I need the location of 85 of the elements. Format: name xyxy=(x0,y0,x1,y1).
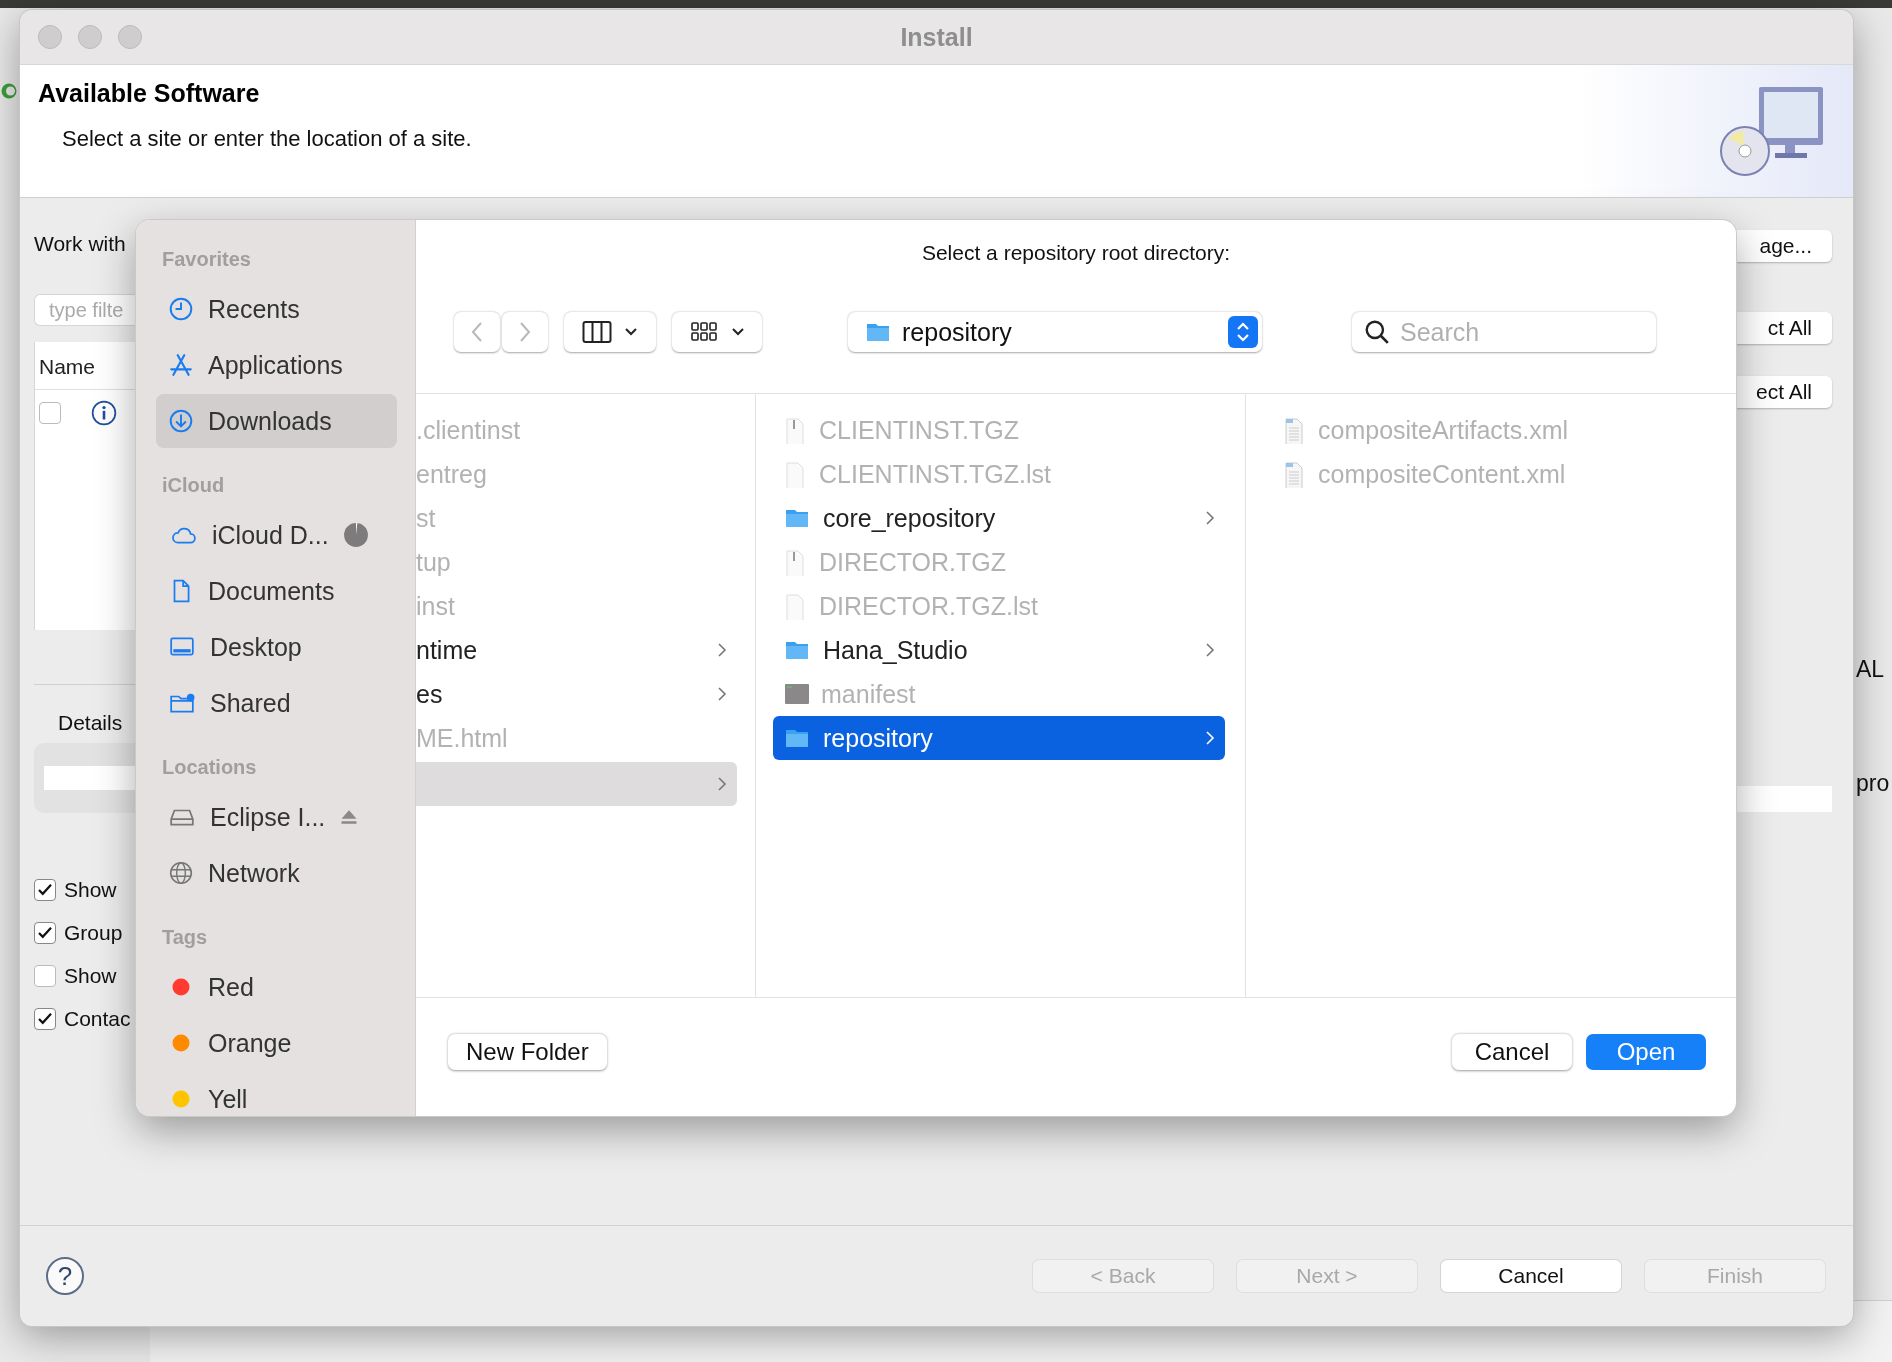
filter-field[interactable]: type filte xyxy=(34,294,136,326)
apps-icon xyxy=(168,352,194,378)
checkbox[interactable] xyxy=(34,1008,56,1030)
window-control[interactable] xyxy=(118,25,142,49)
sidebar-item[interactable]: Red xyxy=(156,960,397,1014)
checkbox[interactable] xyxy=(39,402,61,424)
back-button[interactable] xyxy=(454,312,500,352)
window-title: Install xyxy=(900,22,973,51)
text-field[interactable] xyxy=(1736,786,1832,812)
checkbox-label: Show xyxy=(64,964,117,988)
caret-icon xyxy=(624,327,638,337)
file-row[interactable]: es xyxy=(416,672,737,716)
chevron-icon xyxy=(1205,642,1215,658)
xml-file-icon xyxy=(1282,416,1306,444)
forward-button[interactable] xyxy=(502,312,548,352)
progress-pie-icon xyxy=(342,522,369,548)
sidebar-item[interactable]: Orange xyxy=(156,1016,397,1070)
action-button[interactable]: ect All xyxy=(1736,376,1832,408)
file-icon xyxy=(783,460,807,488)
sidebar-item[interactable]: Applications xyxy=(156,338,397,392)
file-icon xyxy=(783,592,807,620)
sidebar-heading: Locations xyxy=(162,756,257,778)
page-title: Available Software xyxy=(38,79,260,108)
file-row[interactable]: repository xyxy=(773,716,1225,760)
chevron-icon xyxy=(717,776,727,792)
columns-icon xyxy=(582,320,612,344)
cancel-button[interactable]: Cancel xyxy=(1452,1034,1572,1070)
section-label: Details xyxy=(58,711,123,735)
sidebar-item[interactable]: Desktop xyxy=(156,620,397,674)
file-row[interactable] xyxy=(416,762,737,806)
new-folder-button[interactable]: New Folder xyxy=(448,1034,607,1070)
page-subtitle: Select a site or enter the location of a site. xyxy=(62,126,472,152)
group-button[interactable] xyxy=(672,312,762,352)
xml-file-icon xyxy=(1282,460,1306,488)
file-row[interactable]: Hana_Studio xyxy=(773,628,1225,672)
sidebar-item[interactable]: Shared xyxy=(156,676,397,730)
download-icon xyxy=(168,408,194,434)
checkbox-label: Contac xyxy=(64,1007,131,1031)
checkbox[interactable] xyxy=(34,965,56,987)
sidebar-heading: Tags xyxy=(162,926,208,948)
file-row[interactable]: ntime xyxy=(416,628,737,672)
globe-icon xyxy=(168,860,194,886)
field-label: Work with xyxy=(34,232,126,256)
action-button[interactable]: ct All xyxy=(1736,312,1832,344)
stepper-icon xyxy=(1235,320,1251,344)
window-control[interactable] xyxy=(78,25,102,49)
chevron-left-icon xyxy=(470,321,484,343)
grid-icon xyxy=(689,320,719,344)
caret-icon xyxy=(731,327,745,337)
archive-icon xyxy=(783,416,807,444)
sidebar-item[interactable]: Downloads xyxy=(156,394,397,448)
label-text: pro xyxy=(1856,770,1890,797)
sidebar-item[interactable]: Recents xyxy=(156,282,397,336)
checkbox-label: Show xyxy=(64,878,117,902)
file-row[interactable]: core_repository xyxy=(773,496,1225,540)
terminal-icon xyxy=(783,682,809,706)
wizard-button[interactable]: Cancel xyxy=(1441,1260,1621,1292)
archive-icon xyxy=(783,548,807,576)
checkbox[interactable] xyxy=(34,879,56,901)
sidebar-item[interactable]: Documents xyxy=(156,564,397,618)
chevron-icon xyxy=(1205,510,1215,526)
checkbox-label: Group xyxy=(64,921,123,945)
chevron-icon xyxy=(717,642,727,658)
sidebar-item[interactable]: Yell xyxy=(156,1072,397,1116)
sidebar-heading: iCloud xyxy=(162,474,225,496)
chevron-icon xyxy=(1205,730,1215,746)
sidebar-heading: Favorites xyxy=(162,248,251,270)
info-icon xyxy=(91,400,117,426)
dialog-prompt: Select a repository root directory: xyxy=(921,241,1231,264)
action-button[interactable]: age... xyxy=(1736,230,1832,262)
open-button[interactable]: Open xyxy=(1586,1034,1706,1070)
view-mode-button[interactable] xyxy=(564,312,656,352)
path-dropdown[interactable]: repository xyxy=(848,312,1262,352)
window-control[interactable] xyxy=(38,25,62,49)
search-icon xyxy=(1364,319,1390,345)
clock-icon xyxy=(168,296,194,322)
label-text: AL xyxy=(1856,656,1885,683)
chevron-icon xyxy=(717,686,727,702)
sidebar-item[interactable]: iCloud D... xyxy=(156,508,397,562)
help-button[interactable]: ? xyxy=(46,1257,84,1295)
sidebar-item[interactable]: Eclipse I... xyxy=(156,790,397,844)
chevron-right-icon xyxy=(518,321,532,343)
search-field[interactable]: Search xyxy=(1352,312,1656,352)
sidebar-item[interactable]: Network xyxy=(156,846,397,900)
checkbox[interactable] xyxy=(34,922,56,944)
